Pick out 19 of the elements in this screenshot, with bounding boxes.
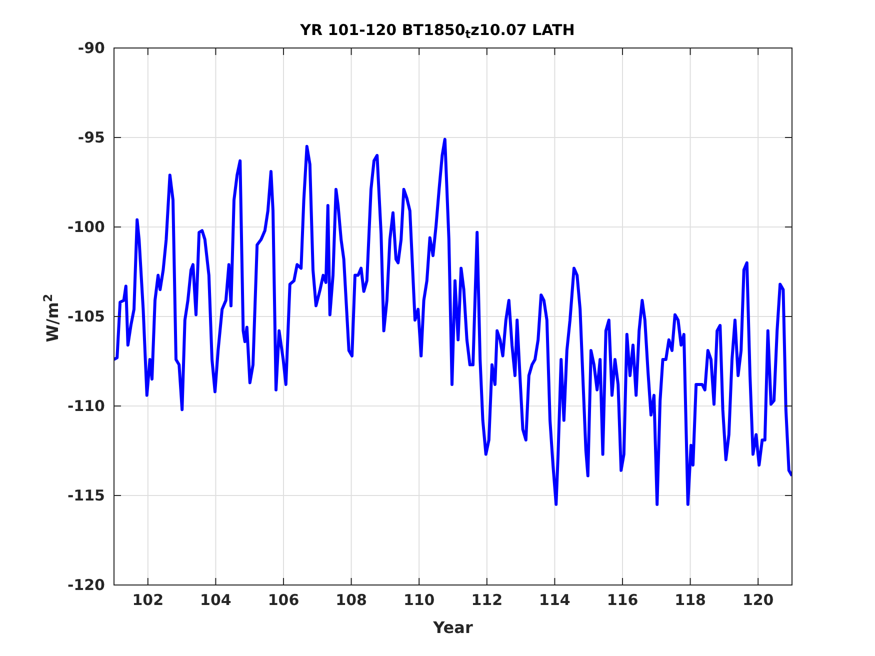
tick-label: -115 [67, 486, 105, 504]
tick-label: 108 [336, 591, 367, 609]
axis-label: Year [433, 618, 473, 637]
tick-label: -90 [78, 39, 105, 57]
tick-label: 112 [471, 591, 503, 609]
tick-label: 110 [403, 591, 435, 609]
tick-label: -120 [67, 576, 105, 594]
tick-label: -100 [67, 218, 105, 236]
tick-label: -105 [67, 308, 105, 326]
tick-label: 104 [200, 591, 232, 609]
tick-label: 116 [606, 591, 638, 609]
tick-label: -110 [67, 397, 105, 415]
tick-label: 120 [742, 591, 774, 609]
chart-title: YR 101-120 BT1850$_{t}$z10.07 LATH [299, 20, 576, 42]
tick-label: -95 [78, 128, 105, 146]
tick-label: 118 [674, 591, 706, 609]
tick-label: 102 [132, 591, 164, 609]
tick-label: 106 [268, 591, 300, 609]
tick-label: 114 [539, 591, 570, 609]
